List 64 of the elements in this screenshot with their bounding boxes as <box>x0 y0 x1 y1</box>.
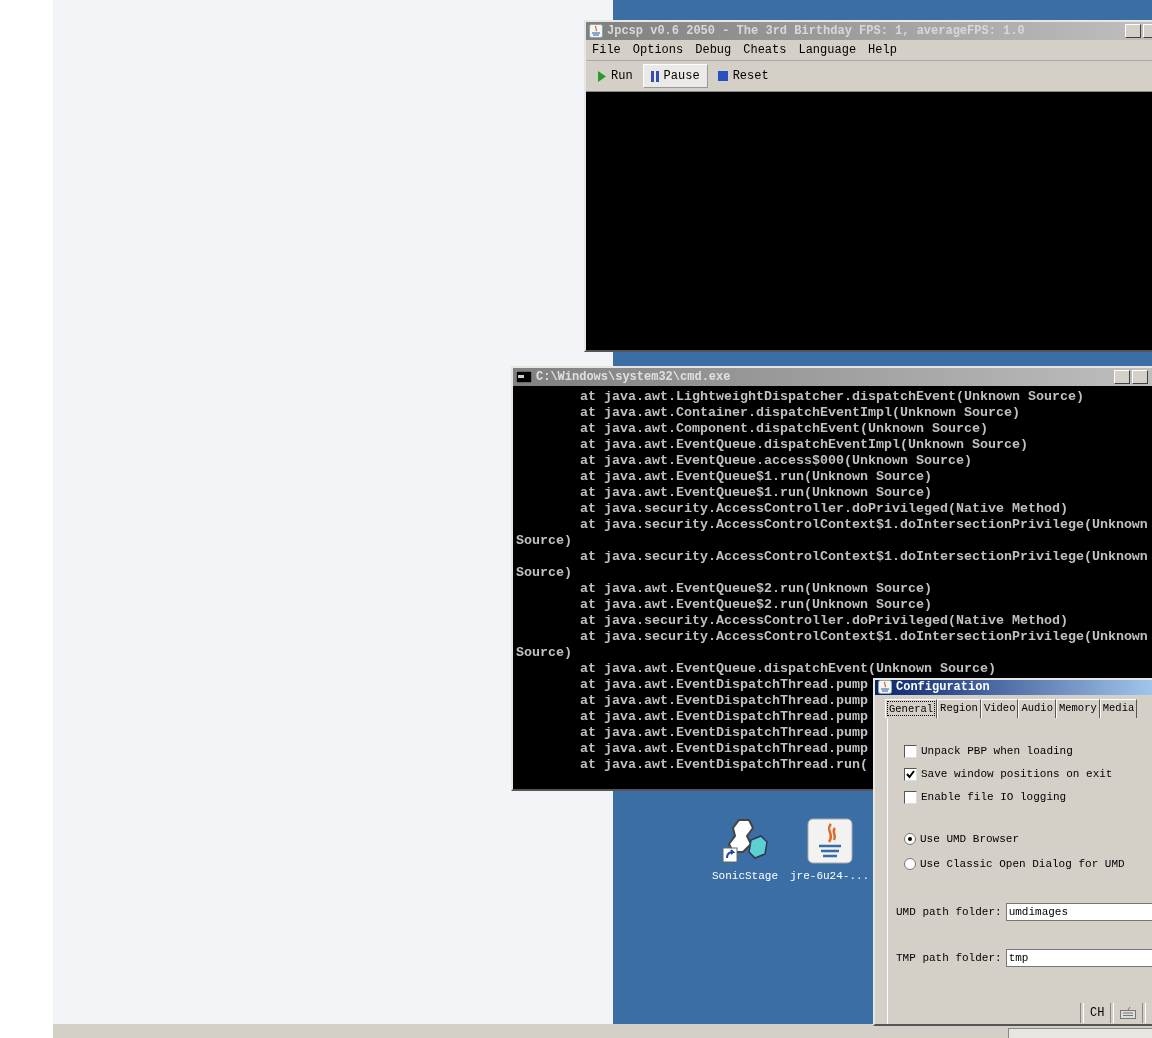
hexagon-shortcut-icon <box>721 818 769 864</box>
minimize-icon[interactable] <box>1114 370 1130 384</box>
console-line: at java.awt.EventDispatchThread.pump <box>579 677 868 693</box>
radio-option[interactable]: Use UMD Browser <box>904 826 1152 852</box>
maximize-icon[interactable] <box>1132 370 1148 384</box>
console-line: at java.security.AccessController.doPrivileged(Native Method) <box>579 501 1068 517</box>
tab[interactable]: Media <box>1099 698 1138 718</box>
console-line: at java.awt.EventQueue.dispatchEventImpl(Unknown Source) <box>579 437 1028 453</box>
java-cup-icon <box>589 24 603 38</box>
menu-item[interactable]: Debug <box>695 43 732 57</box>
play-icon <box>598 70 606 82</box>
window-title: C:\Windows\system32\cmd.exe <box>536 370 731 384</box>
console-line: at java.awt.Component.dispatchEvent(Unknown Source) <box>579 421 988 437</box>
console-line: at java.awt.EventQueue$2.run(Unknown Source) <box>579 597 932 613</box>
console-line: at java.awt.EventDispatchThread.run( <box>579 757 868 773</box>
console-line: at java.awt.EventQueue$2.run(Unknown Source) <box>579 581 932 597</box>
tab[interactable]: Memory <box>1055 698 1100 718</box>
menu-item[interactable]: File <box>592 43 621 57</box>
console-line: at java.security.AccessController.doPrivileged(Native Method) <box>579 613 1068 629</box>
console-line: at java.awt.EventDispatchThread.pump <box>579 741 868 757</box>
tab[interactable]: General <box>885 698 938 718</box>
menu-item[interactable]: Cheats <box>743 43 787 57</box>
console-line: at java.awt.EventQueue.access$000(Unknown Source) <box>579 453 972 469</box>
console-line: at java.awt.Container.dispatchEventImpl(Unknown Source) <box>579 405 1020 421</box>
toolbar-button[interactable]: Reset <box>709 64 777 88</box>
console-line: Source) <box>516 645 572 661</box>
input-field[interactable]: umdimages <box>1005 902 1152 921</box>
field-label: UMD path folder: <box>896 905 1002 918</box>
console-line: at java.security.AccessControlContext$1.doIntersectionPrivilege(Unknown <box>579 549 1148 565</box>
desktop-shortcut[interactable]: jre-6u24-... <box>790 818 870 882</box>
console-line: Source) <box>516 565 572 581</box>
toolbar-button[interactable]: Run <box>590 64 641 88</box>
checkbox[interactable]: Unpack PBP when loading <box>904 739 1152 763</box>
console-line: at java.awt.EventQueue.dispatchEvent(Unknown Source) <box>579 661 996 677</box>
coffee-cup-icon <box>806 818 853 864</box>
toolbar-button[interactable]: Pause <box>642 64 708 88</box>
stop-icon <box>717 71 728 81</box>
desktop-shortcut[interactable]: SonicStage <box>712 818 778 882</box>
console-line: Source) <box>516 533 572 549</box>
console-line: at java.security.AccessControlContext$1.doIntersectionPrivilege(Unknown <box>579 517 1148 533</box>
window-title: Configuration <box>896 680 990 695</box>
console-line: at java.security.AccessControlContext$1.doIntersectionPrivilege(Unknown <box>579 629 1148 645</box>
menu-item[interactable]: Language <box>798 43 857 57</box>
console-line: at java.awt.EventDispatchThread.pump <box>579 709 868 725</box>
console-icon <box>516 371 532 383</box>
pause-icon <box>650 70 659 82</box>
menu-item[interactable]: Options <box>632 43 684 57</box>
tab[interactable]: Audio <box>1018 698 1056 718</box>
language-indicator[interactable]: CH <box>1090 1006 1105 1020</box>
field-label: TMP path folder: <box>896 951 1002 964</box>
console-line: at java.awt.LightweightDispatcher.dispatchEvent(Unknown Source) <box>579 389 1084 405</box>
console-line: at java.awt.EventQueue$1.run(Unknown Source) <box>579 469 932 485</box>
input-field[interactable]: tmp <box>1005 948 1152 967</box>
menu-item[interactable]: Help <box>868 43 897 57</box>
checkbox[interactable]: Save window positions on exit <box>904 762 1152 786</box>
java-cup-icon <box>878 680 892 695</box>
tab[interactable]: Video <box>980 698 1019 718</box>
checkbox[interactable]: Enable file IO logging <box>904 785 1152 809</box>
console-line: at java.awt.EventQueue$1.run(Unknown Source) <box>579 485 932 501</box>
console-line: at java.awt.EventDispatchThread.pump <box>579 725 868 741</box>
keyboard-icon[interactable] <box>1120 1007 1137 1019</box>
radio-option[interactable]: Use Classic Open Dialog for UMD <box>904 851 1152 877</box>
console-line: at java.awt.EventDispatchThread.pump <box>579 693 868 709</box>
tab[interactable]: Region <box>937 698 981 718</box>
